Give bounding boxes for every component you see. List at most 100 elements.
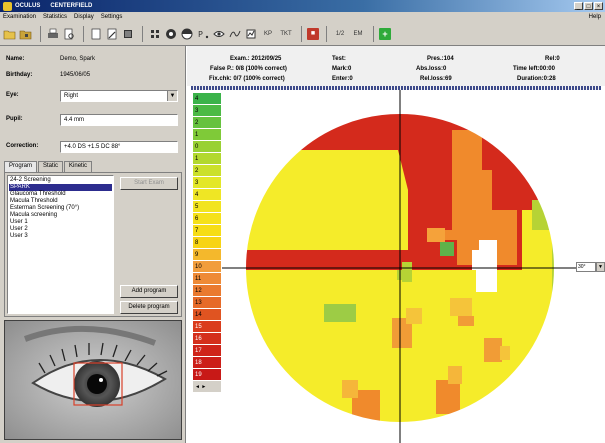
kp-button[interactable]: KP xyxy=(260,27,276,41)
duration: Duration:0:28 xyxy=(517,76,556,82)
scale-step: 7 xyxy=(193,225,221,237)
program-list[interactable]: 24-2 Screening SPARK Glaucoma Threshold … xyxy=(7,175,114,314)
menu-examination[interactable]: Examination xyxy=(3,14,36,20)
program-item[interactable]: Glaucoma Threshold xyxy=(9,191,112,198)
program-item[interactable]: Macula screening xyxy=(9,212,112,219)
menu-help[interactable]: Help xyxy=(589,14,601,20)
enter-count: Enter:0 xyxy=(332,76,353,82)
eye-icon[interactable] xyxy=(212,27,226,41)
toolbar-separator xyxy=(326,25,327,42)
eye-label: Eye: xyxy=(6,92,19,98)
program-item[interactable]: User 1 xyxy=(9,219,112,226)
start-exam-button[interactable]: Start Exam xyxy=(120,177,178,190)
pupil-field[interactable]: 4.4 mm xyxy=(60,114,178,126)
time-left: Time left:00:00 xyxy=(513,66,555,72)
scale-step: 11 xyxy=(193,273,221,285)
new-document-icon[interactable] xyxy=(89,27,103,41)
tkt-button[interactable]: TKT xyxy=(278,27,294,41)
presentations: Pres.:104 xyxy=(427,56,454,62)
pupil-field-value: 4.4 mm xyxy=(64,117,85,123)
scale-step: 15 xyxy=(193,321,221,333)
half-button[interactable]: 1/2 xyxy=(332,27,348,41)
toolbar-separator xyxy=(142,25,143,42)
program-item[interactable]: Esterman Screening (70°) xyxy=(9,205,112,212)
scale-step: 16 xyxy=(193,333,221,345)
add-icon[interactable]: + xyxy=(379,27,391,40)
menu-statistics[interactable]: Statistics xyxy=(43,14,67,20)
program-item-selected[interactable]: SPARK xyxy=(9,184,112,191)
visual-field-svg xyxy=(222,90,605,443)
scale-step: 18 xyxy=(193,357,221,369)
tab-kinetic[interactable]: Kinetic xyxy=(64,161,93,172)
title-module: CENTERFIELD xyxy=(50,3,93,9)
sensitivity-scale: 4 3 2 1 0 1 2 3 4 5 6 7 8 9 10 11 12 13 14 15 16 17 18 19 ◄ ► xyxy=(193,93,221,443)
tab-program[interactable]: Program xyxy=(4,161,38,172)
exam-header: Exam.: 2012/09/25 False P.: 0/8 (100% co… xyxy=(187,46,605,86)
chart-icon[interactable] xyxy=(244,27,258,41)
title-app: OCULUS xyxy=(15,3,41,9)
false-positive: False P.: 0/8 (100% correct) xyxy=(210,66,287,72)
title-bar: OCULUS CENTERFIELD _ □ × xyxy=(0,0,605,12)
eye-camera-image xyxy=(4,320,182,440)
menu-display[interactable]: Display xyxy=(74,14,94,20)
open-folder-icon[interactable] xyxy=(3,27,17,41)
eye-select[interactable]: Right ▼ xyxy=(60,90,178,102)
print-icon[interactable] xyxy=(46,27,60,41)
em-button[interactable]: EM xyxy=(350,27,366,41)
menu-settings[interactable]: Settings xyxy=(101,14,123,20)
scale-step: 17 xyxy=(193,345,221,357)
half-field-icon[interactable] xyxy=(180,27,194,41)
name-value: Demo, Spark xyxy=(60,56,96,62)
relative-loss: Rel.loss:69 xyxy=(420,76,452,82)
scale-step: 10 xyxy=(193,261,221,273)
program-item[interactable]: User 2 xyxy=(9,226,112,233)
tab-static[interactable]: Static xyxy=(38,161,64,172)
correction-label: Correction: xyxy=(6,143,39,149)
scale-step: 12 xyxy=(193,285,221,297)
scale-step: 1 xyxy=(193,153,221,165)
field-circle-icon[interactable] xyxy=(164,27,178,41)
program-item[interactable]: User 3 xyxy=(9,233,112,240)
print-preview-icon[interactable] xyxy=(62,27,76,41)
correction-field[interactable]: +4.0 DS +1.5 DC 88° xyxy=(60,141,178,153)
birthday-label: Birthday: xyxy=(6,72,33,78)
scale-step: 8 xyxy=(193,237,221,249)
eccentricity-select[interactable]: 30° xyxy=(576,262,596,272)
eye-select-value: Right xyxy=(64,93,79,99)
program-tabs: Program Static Kinetic xyxy=(4,161,93,172)
edit-pen-icon[interactable] xyxy=(105,27,119,41)
maximize-button[interactable]: □ xyxy=(584,2,593,10)
program-item[interactable]: 24-2 Screening xyxy=(9,177,112,184)
save-folder-icon[interactable] xyxy=(19,27,33,41)
scale-scroll[interactable]: ◄ ► xyxy=(193,381,221,393)
chevron-down-icon[interactable]: ▼ xyxy=(167,91,177,101)
points-icon[interactable]: P xyxy=(196,27,210,41)
scale-step: 4 xyxy=(193,189,221,201)
app-icon xyxy=(3,1,12,11)
minimize-button[interactable]: _ xyxy=(574,2,583,10)
stop-icon[interactable]: ■ xyxy=(307,27,319,40)
list-icon[interactable] xyxy=(121,27,135,41)
scale-step: 2 xyxy=(193,117,221,129)
scale-step: 3 xyxy=(193,177,221,189)
name-label: Name: xyxy=(6,56,25,62)
scale-step: 1 xyxy=(193,129,221,141)
program-item[interactable]: Macula Threshold xyxy=(9,198,112,205)
scale-step: 13 xyxy=(193,297,221,309)
menu-bar: Examination Statistics Display Settings … xyxy=(0,12,605,22)
toolbar-separator xyxy=(301,25,302,42)
delete-program-button[interactable]: Delete program xyxy=(120,301,178,314)
close-button[interactable]: × xyxy=(594,2,603,10)
scale-step: 3 xyxy=(193,105,221,117)
toolbar: P KP TKT ■ 1/2 EM + xyxy=(0,22,605,46)
curve-icon[interactable] xyxy=(228,27,242,41)
scale-step: 2 xyxy=(193,165,221,177)
scale-step: 0 xyxy=(193,141,221,153)
test-label: Test: xyxy=(332,56,346,62)
chevron-down-icon[interactable]: ▼ xyxy=(596,262,605,272)
mark-count: Mark:0 xyxy=(332,66,352,72)
scale-step: 14 xyxy=(193,309,221,321)
add-program-button[interactable]: Add program xyxy=(120,285,178,298)
grid-icon[interactable] xyxy=(148,27,162,41)
exam-date: Exam.: 2012/09/25 xyxy=(230,56,282,62)
